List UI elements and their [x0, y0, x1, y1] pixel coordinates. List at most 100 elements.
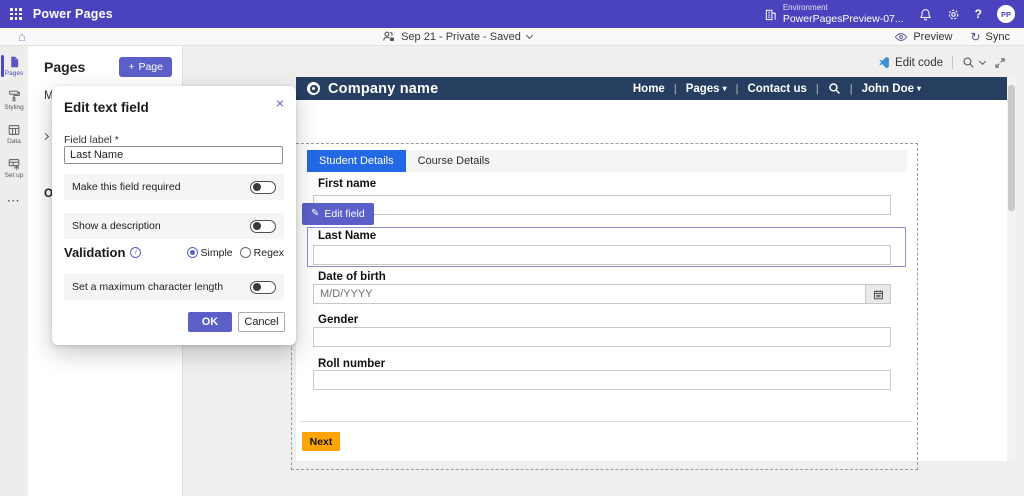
settings-gear-icon[interactable]	[947, 8, 960, 21]
app-top-bar: Power Pages Environment PowerPagesPrevie…	[0, 0, 1024, 28]
radio-regex-label: Regex	[254, 247, 284, 259]
page-icon	[8, 55, 21, 69]
edit-code-label: Edit code	[895, 57, 943, 69]
calendar-button[interactable]	[865, 285, 890, 303]
rail-label-pages: Pages	[5, 70, 23, 77]
form-step-tabs: Student Details Course Details	[307, 150, 907, 172]
rail-label-setup: Set up	[5, 172, 24, 179]
site-scrollbar-track	[1007, 77, 1016, 461]
last-name-input[interactable]	[313, 245, 891, 265]
pencil-icon: ✎	[311, 209, 319, 219]
maxlength-toggle-row: Set a maximum character length	[64, 274, 284, 300]
required-toggle[interactable]	[250, 181, 276, 194]
field-label-roll-number: Roll number	[318, 358, 385, 370]
site-header: Company name Home | Pages ▾ | Contact us…	[296, 77, 1007, 100]
company-name: Company name	[328, 81, 438, 97]
first-name-input[interactable]	[313, 195, 891, 215]
tab-course-details[interactable]: Course Details	[406, 150, 502, 172]
roll-number-input[interactable]	[313, 370, 891, 390]
description-toggle[interactable]	[250, 220, 276, 233]
edit-code-button[interactable]: Edit code	[878, 56, 943, 69]
edit-text-field-dialog: Edit text field × Field label * Make thi…	[52, 86, 296, 345]
next-button[interactable]: Next	[302, 432, 340, 451]
magnifier-icon	[962, 56, 975, 69]
sync-label: Sync	[986, 31, 1010, 43]
gender-input[interactable]	[313, 327, 891, 347]
nav-user-label: John Doe	[862, 83, 914, 95]
chevron-down-icon	[526, 32, 533, 39]
environment-selector[interactable]: Environment PowerPagesPreview-07...	[764, 3, 904, 24]
chevron-right-icon[interactable]	[42, 133, 49, 140]
sync-button[interactable]: ↻ Sync	[970, 31, 1010, 43]
divider	[952, 56, 953, 69]
field-label-gender: Gender	[318, 314, 358, 326]
rail-item-pages[interactable]: Pages	[0, 52, 28, 80]
add-page-label: Page	[138, 61, 163, 73]
save-status-dropdown[interactable]: Sep 21 - Private - Saved	[382, 30, 532, 43]
environment-label: Environment	[783, 3, 904, 12]
nav-pages-label: Pages	[686, 83, 720, 95]
nav-user-menu[interactable]: John Doe ▾	[862, 83, 921, 95]
help-icon[interactable]: ?	[975, 7, 982, 21]
tab-student-details[interactable]: Student Details	[307, 150, 406, 172]
preview-button[interactable]: Preview	[894, 31, 952, 43]
maxlength-toggle-label: Set a maximum character length	[72, 281, 223, 293]
rail-item-data[interactable]: Data	[0, 120, 28, 148]
cancel-button[interactable]: Cancel	[238, 312, 285, 332]
field-label-last-name: Last Name	[318, 230, 376, 242]
field-label-date-of-birth: Date of birth	[318, 271, 386, 283]
design-canvas: Edit code Company name Home | Pages ▾	[183, 46, 1024, 496]
rail-label-styling: Styling	[4, 104, 24, 111]
company-logo-icon	[307, 82, 320, 95]
table-icon	[7, 123, 21, 137]
home-icon[interactable]: ⌂	[18, 30, 26, 43]
caret-down-icon: ▾	[917, 84, 921, 93]
rail-more-icon[interactable]: ···	[8, 196, 21, 207]
eye-icon	[894, 31, 908, 43]
date-of-birth-input[interactable]	[313, 284, 891, 304]
required-toggle-label: Make this field required	[72, 181, 181, 193]
description-toggle-row: Show a description	[64, 213, 284, 239]
rail-item-styling[interactable]: Styling	[0, 86, 28, 114]
user-avatar[interactable]: PP	[997, 5, 1015, 23]
ok-button[interactable]: OK	[188, 312, 232, 332]
rail-item-setup[interactable]: Set up	[0, 154, 28, 182]
zoom-control[interactable]	[962, 56, 985, 69]
nav-separator: |	[674, 83, 677, 95]
paint-roller-icon	[7, 89, 21, 103]
validation-title: Validation	[64, 245, 125, 260]
app-title: Power Pages	[33, 7, 113, 21]
waffle-icon[interactable]	[10, 8, 22, 20]
form-footer-divider	[300, 421, 913, 422]
notifications-bell-icon[interactable]	[919, 8, 932, 21]
building-icon	[764, 8, 777, 21]
vscode-icon	[878, 56, 890, 69]
site-scrollbar-thumb[interactable]	[1008, 85, 1015, 211]
environment-name: PowerPagesPreview-07...	[783, 13, 904, 25]
left-navigation-rail: Pages Styling Data Set up ···	[0, 46, 28, 496]
info-icon: i	[130, 247, 141, 258]
edit-field-button[interactable]: ✎ Edit field	[302, 203, 374, 225]
nav-home[interactable]: Home	[633, 83, 665, 95]
table-gear-icon	[7, 157, 21, 171]
validation-section: Validation i Simple Regex	[64, 245, 284, 260]
nav-contact-us[interactable]: Contact us	[747, 83, 806, 95]
people-lock-icon	[382, 30, 395, 43]
field-label-input[interactable]	[64, 146, 283, 164]
radio-simple[interactable]	[187, 247, 198, 258]
site-search-icon[interactable]	[828, 82, 841, 95]
description-toggle-label: Show a description	[72, 220, 161, 232]
save-status-text: Sep 21 - Private - Saved	[401, 31, 521, 43]
expand-icon[interactable]	[994, 57, 1006, 69]
nav-pages[interactable]: Pages ▾	[686, 83, 727, 95]
sync-icon: ↻	[970, 31, 980, 43]
edit-field-label: Edit field	[324, 208, 364, 220]
radio-regex[interactable]	[240, 247, 251, 258]
add-page-button[interactable]: + Page	[119, 57, 172, 77]
caret-down-icon: ▾	[723, 84, 727, 93]
close-icon[interactable]: ×	[276, 96, 284, 110]
nav-separator: |	[736, 83, 739, 95]
dialog-title: Edit text field	[64, 100, 149, 115]
plus-icon: +	[128, 61, 134, 73]
maxlength-toggle[interactable]	[250, 281, 276, 294]
